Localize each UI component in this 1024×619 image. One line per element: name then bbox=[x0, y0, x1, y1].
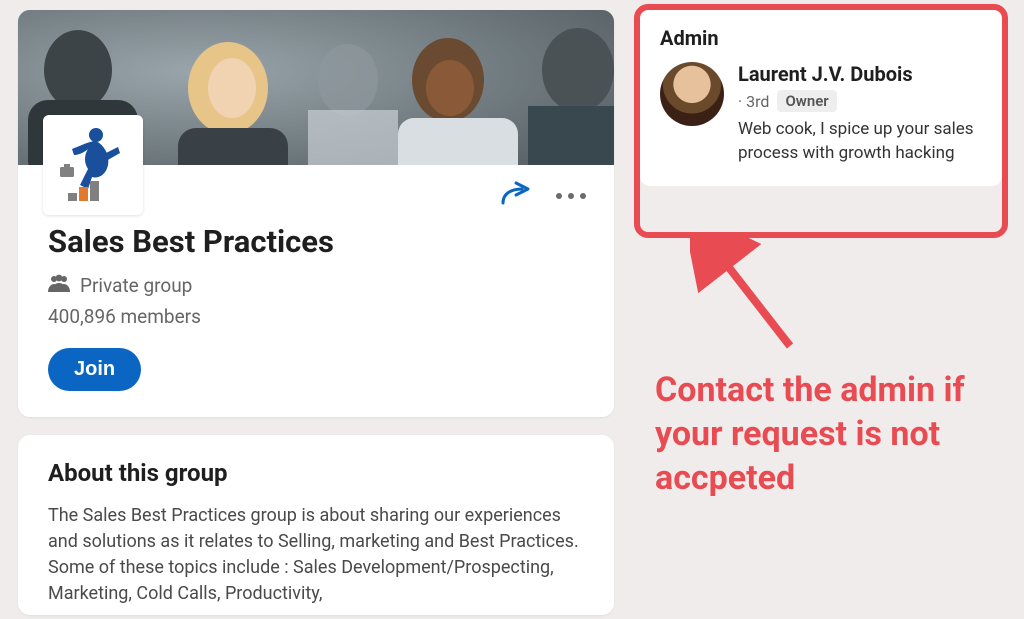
admin-bio: Web cook, I spice up your sales process … bbox=[738, 118, 978, 166]
admin-avatar[interactable] bbox=[660, 62, 724, 126]
about-heading: About this group bbox=[48, 459, 584, 487]
owner-badge: Owner bbox=[777, 90, 836, 112]
group-title: Sales Best Practices bbox=[48, 223, 584, 260]
join-button[interactable]: Join bbox=[48, 348, 141, 391]
admin-card: Admin Laurent J.V. Dubois · 3rd Owner We… bbox=[640, 10, 1002, 186]
member-count: 400,896 members bbox=[48, 305, 584, 328]
admin-name[interactable]: Laurent J.V. Dubois bbox=[738, 62, 978, 86]
admin-section-label: Admin bbox=[660, 26, 982, 50]
admin-entry[interactable]: Laurent J.V. Dubois · 3rd Owner Web cook… bbox=[660, 62, 982, 166]
group-icon bbox=[48, 274, 70, 297]
about-card: About this group The Sales Best Practice… bbox=[18, 435, 614, 615]
group-header-card: Sales Best Practices Private group 400,8… bbox=[18, 10, 614, 417]
annotation-text: Contact the admin if your request is not… bbox=[655, 368, 1005, 501]
group-logo bbox=[43, 115, 143, 215]
about-text: The Sales Best Practices group is about … bbox=[48, 503, 584, 607]
privacy-label: Private group bbox=[80, 274, 192, 297]
more-options-icon[interactable] bbox=[556, 193, 586, 199]
privacy-row: Private group bbox=[48, 274, 584, 297]
connection-degree: · 3rd bbox=[738, 92, 769, 111]
share-icon[interactable] bbox=[500, 181, 534, 211]
annotation-arrow bbox=[690, 236, 810, 356]
